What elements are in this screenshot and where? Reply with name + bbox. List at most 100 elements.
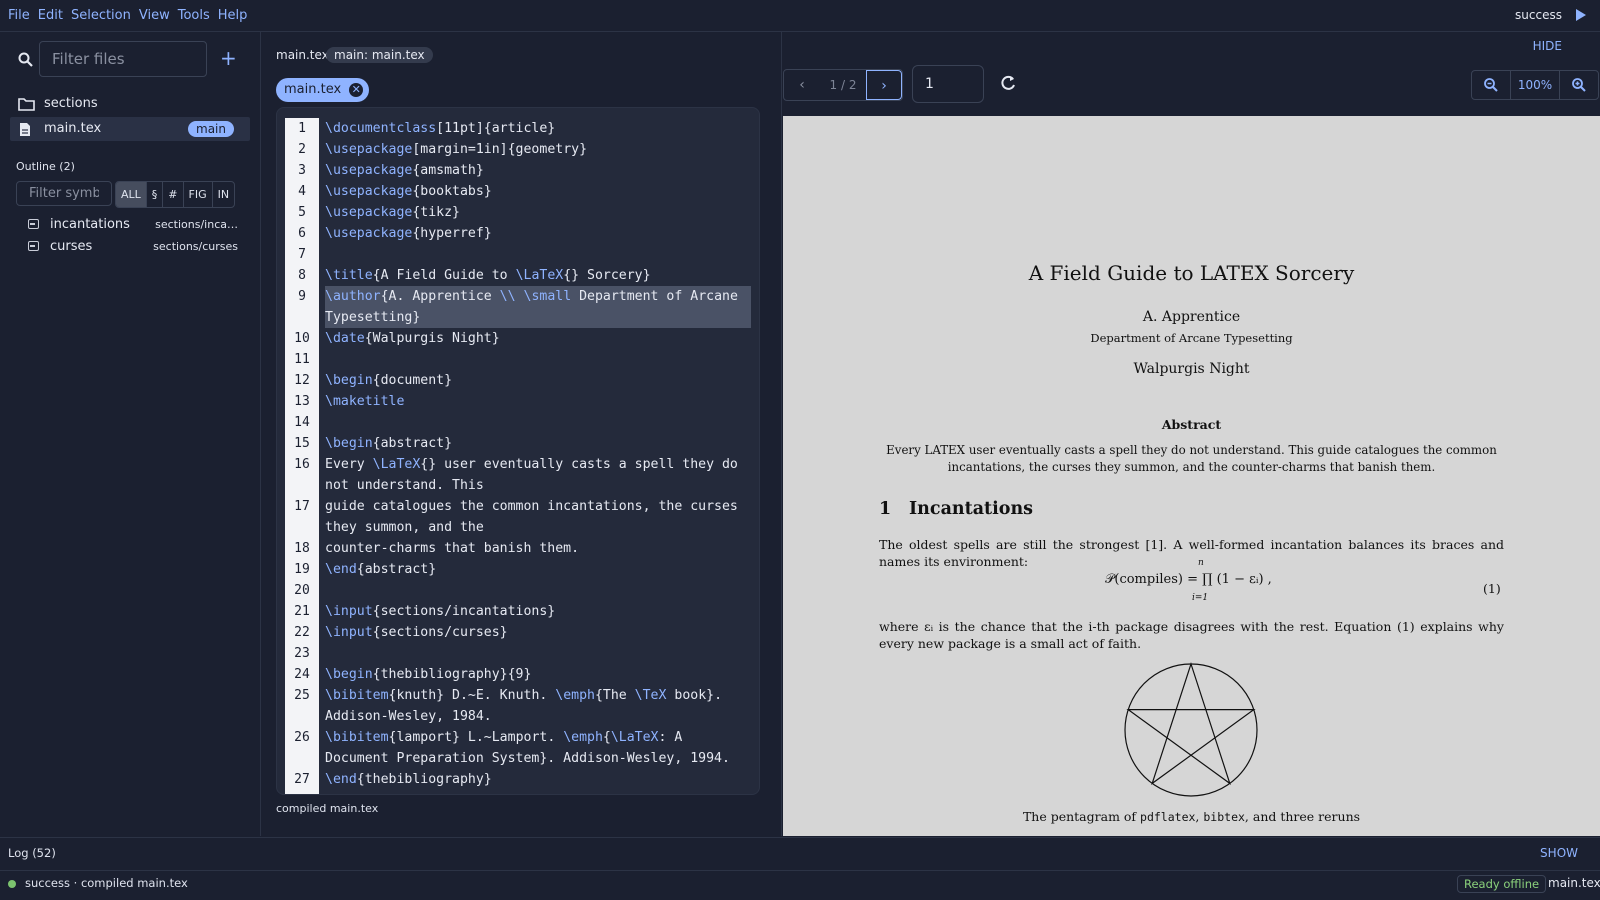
- caption-code: bibtex: [1203, 810, 1245, 824]
- page-navigation: ‹ 1 / 2 ›: [783, 69, 903, 101]
- menu-selection[interactable]: Selection: [67, 0, 135, 31]
- abstract-heading: Abstract: [1161, 417, 1222, 432]
- doc-author: A. Apprentice: [1142, 309, 1241, 325]
- menu-view[interactable]: View: [135, 0, 174, 31]
- code-line[interactable]: 14: [277, 412, 759, 433]
- code-line[interactable]: 25 \bibitem{knuth} D.~E. Knuth. \emph{The…: [277, 685, 759, 727]
- filter-symbols-input[interactable]: [16, 181, 112, 206]
- add-file-icon[interactable]: +: [220, 46, 237, 70]
- chevron-right-icon[interactable]: ›: [866, 70, 902, 100]
- log-title[interactable]: Log (52): [8, 846, 56, 860]
- outline-item-label: curses: [50, 239, 93, 254]
- caption-code: pdflatex: [1140, 810, 1196, 824]
- code-text: guide catalogues the common incantations…: [325, 499, 746, 535]
- filter-figure-button[interactable]: FIG: [184, 182, 213, 207]
- hide-preview-button[interactable]: HIDE: [1533, 39, 1562, 53]
- breadcrumb-file[interactable]: main.tex: [276, 48, 329, 62]
- code-text: \maketitle: [325, 394, 405, 409]
- code-line[interactable]: 2 \usepackage[margin=1in]{geometry}: [277, 139, 759, 160]
- close-icon[interactable]: ✕: [349, 83, 364, 97]
- line-number: 26: [294, 730, 310, 745]
- zoom-in-icon[interactable]: [1560, 71, 1598, 99]
- doc-title: A Field Guide to LATEX Sorcery: [1028, 261, 1355, 285]
- code-text: \input{sections/incantations}: [325, 604, 556, 619]
- outline-item-path: sections/inca…: [155, 218, 238, 231]
- code-line[interactable]: 3 \usepackage{amsmath}: [277, 160, 759, 181]
- breadcrumb-root-pill[interactable]: main: main.tex: [326, 47, 433, 63]
- chevron-left-icon[interactable]: ‹: [784, 70, 820, 100]
- code-text: \documentclass[11pt]{article}: [325, 121, 556, 136]
- line-number: 24: [294, 667, 310, 682]
- filter-section-button[interactable]: §: [147, 182, 164, 207]
- refresh-icon[interactable]: [998, 73, 1018, 93]
- code-line[interactable]: 10 \date{Walpurgis Night}: [277, 328, 759, 349]
- menu-help[interactable]: Help: [214, 0, 252, 31]
- show-log-button[interactable]: SHOW: [1540, 846, 1578, 860]
- code-line[interactable]: 11: [277, 349, 759, 370]
- code-text: \title{A Field Guide to \LaTeX{} Sorcery…: [325, 268, 651, 283]
- code-line[interactable]: 24 \begin{thebibliography}{9}: [277, 664, 759, 685]
- code-line[interactable]: 27 \end{thebibliography}: [277, 769, 759, 790]
- code-line[interactable]: 21 \input{sections/incantations}: [277, 601, 759, 622]
- tab-main-tex[interactable]: main.tex ✕: [276, 78, 370, 102]
- line-number: 18: [294, 541, 310, 556]
- pentagram-figure: [1124, 662, 1258, 797]
- tree-item-sections[interactable]: sections: [10, 92, 250, 116]
- outline-item-incantations[interactable]: incantations sections/inca…: [26, 215, 238, 235]
- menu-edit[interactable]: Edit: [34, 0, 67, 31]
- line-number: 6: [298, 226, 306, 241]
- code-text: counter-charms that banish them.: [325, 541, 580, 556]
- code-line[interactable]: 4 \usepackage{booktabs}: [277, 181, 759, 202]
- code-line[interactable]: 22 \input{sections/curses}: [277, 622, 759, 643]
- tree-item-label: sections: [44, 96, 98, 111]
- outline-item-path: sections/curses: [153, 240, 238, 253]
- code-line[interactable]: 13 \maketitle: [277, 391, 759, 412]
- filter-all-button[interactable]: ALL: [116, 182, 147, 207]
- code-text: \author{A. Apprentice \\ \small Departme…: [325, 286, 751, 328]
- filter-input-button[interactable]: IN: [213, 182, 234, 207]
- code-text: \usepackage[margin=1in]{geometry}: [325, 142, 588, 157]
- code-line[interactable]: 9 \author{A. Apprentice \\ \small Departm…: [277, 286, 759, 328]
- code-line[interactable]: 6 \usepackage{hyperref}: [277, 223, 759, 244]
- line-number: 27: [294, 772, 310, 787]
- menu-file[interactable]: File: [4, 0, 34, 31]
- section-number: 1: [879, 499, 892, 519]
- line-number: 9: [298, 289, 306, 304]
- line-number: 14: [294, 415, 310, 430]
- code-line[interactable]: 23: [277, 643, 759, 664]
- zoom-level[interactable]: 100%: [1510, 71, 1560, 99]
- code-line[interactable]: 8 \title{A Field Guide to \LaTeX{} Sorcer…: [277, 265, 759, 286]
- zoom-out-icon[interactable]: [1472, 71, 1510, 99]
- code-line[interactable]: 16 Every \LaTeX{} user eventually casts a…: [277, 454, 759, 496]
- line-number: 13: [294, 394, 310, 409]
- code-line[interactable]: 7: [277, 244, 759, 265]
- page-number-input[interactable]: [912, 65, 984, 103]
- equation-body: 𝒫(compiles) = ∏ (1 − εᵢ) ,: [1105, 572, 1272, 587]
- menu-tools[interactable]: Tools: [174, 0, 214, 31]
- code-line[interactable]: 19 \end{abstract}: [277, 559, 759, 580]
- line-number: 8: [298, 268, 306, 283]
- filter-label-button[interactable]: #: [163, 182, 184, 207]
- code-line[interactable]: 12 \begin{document}: [277, 370, 759, 391]
- code-line[interactable]: 15 \begin{abstract}: [277, 433, 759, 454]
- code-line[interactable]: 20: [277, 580, 759, 601]
- code-lines: 1 \documentclass[11pt]{article} 2 \usepacka…: [277, 118, 759, 790]
- play-icon[interactable]: [1576, 9, 1586, 21]
- filter-files-input[interactable]: [39, 41, 207, 77]
- code-line[interactable]: 26 \bibitem{lamport} L.~Lamport. \emph{\L…: [277, 727, 759, 769]
- code-line[interactable]: 18 counter-charms that banish them.: [277, 538, 759, 559]
- code-editor[interactable]: 1 \documentclass[11pt]{article} 2 \usepacka…: [276, 107, 760, 795]
- line-number: 2: [298, 142, 306, 157]
- code-line[interactable]: 1 \documentclass[11pt]{article}: [277, 118, 759, 139]
- code-text: \bibitem{lamport} L.~Lamport. \emph{\LaT…: [325, 730, 730, 766]
- pdf-page[interactable]: A Field Guide to LATEX Sorcery A. Appren…: [783, 116, 1600, 836]
- zoom-controls: 100%: [1471, 70, 1599, 100]
- code-text: \usepackage{hyperref}: [325, 226, 492, 241]
- outline-item-curses[interactable]: curses sections/curses: [26, 237, 238, 257]
- code-text: \usepackage{amsmath}: [325, 163, 484, 178]
- tree-item-main-tex[interactable]: main.tex main: [10, 117, 250, 141]
- code-line[interactable]: 17 guide catalogues the common incantatio…: [277, 496, 759, 538]
- code-line[interactable]: 5 \usepackage{tikz}: [277, 202, 759, 223]
